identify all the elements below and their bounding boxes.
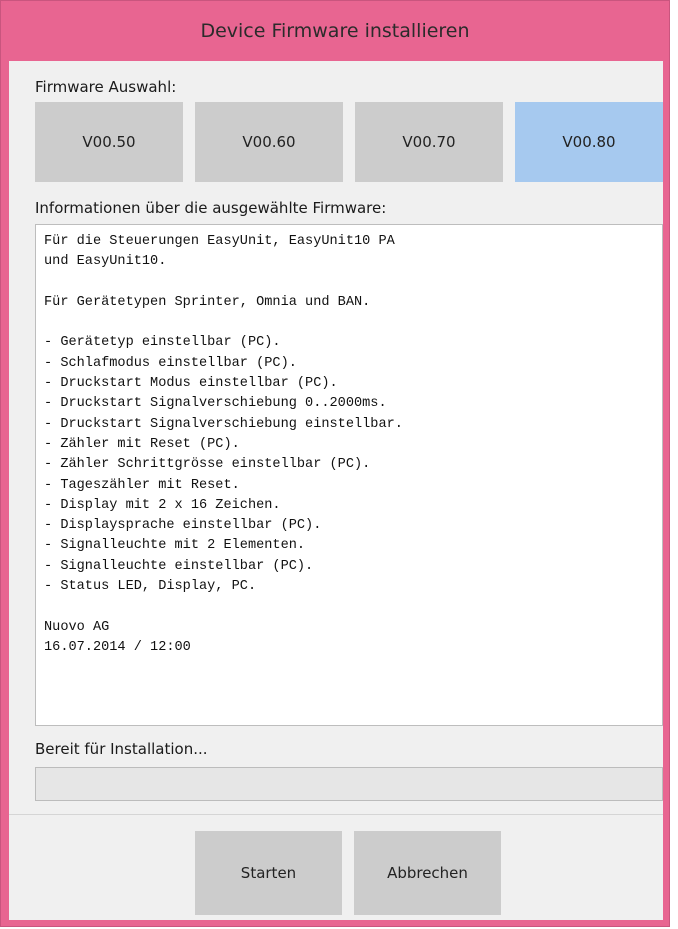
cancel-button[interactable]: Abbrechen [354, 831, 501, 915]
firmware-info-textbox[interactable]: Für die Steuerungen EasyUnit, EasyUnit10… [35, 224, 663, 726]
status-text: Bereit für Installation... [35, 740, 208, 758]
firmware-option-v00-70[interactable]: V00.70 [355, 102, 503, 182]
footer-divider [9, 814, 663, 815]
firmware-info-label: Informationen über die ausgewählte Firmw… [35, 199, 387, 217]
start-button[interactable]: Starten [195, 831, 342, 915]
window-title: Device Firmware installieren [200, 20, 470, 42]
firmware-option-v00-50[interactable]: V00.50 [35, 102, 183, 182]
firmware-option-v00-80[interactable]: V00.80 [515, 102, 663, 182]
firmware-option-v00-60[interactable]: V00.60 [195, 102, 343, 182]
firmware-install-window: Device Firmware installieren Firmware Au… [0, 0, 670, 927]
install-progress-bar [35, 767, 663, 801]
firmware-selection-label: Firmware Auswahl: [35, 78, 177, 96]
dialog-body: Firmware Auswahl: V00.50 V00.60 V00.70 V… [9, 61, 663, 920]
